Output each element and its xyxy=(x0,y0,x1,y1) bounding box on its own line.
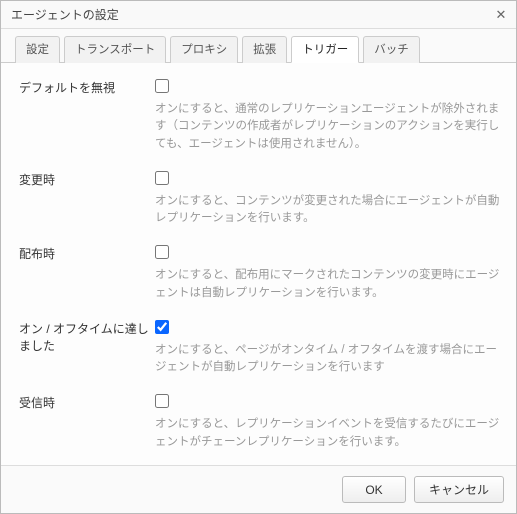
label-ignore-default: デフォルトを無視 xyxy=(19,79,155,97)
checkbox-on-modification[interactable] xyxy=(155,171,169,185)
label-on-off-time: オン / オフタイムに達しました xyxy=(19,320,155,355)
tab-bar: 設定 トランスポート プロキシ 拡張 トリガー バッチ xyxy=(1,29,516,63)
checkbox-on-receive[interactable] xyxy=(155,394,169,408)
desc-ignore-default: オンにすると、通常のレプリケーションエージェントが除外されます（コンテンツの作成… xyxy=(155,101,502,153)
cancel-button[interactable]: キャンセル xyxy=(414,476,504,503)
close-icon[interactable]: ✕ xyxy=(494,8,508,22)
tab-batch[interactable]: バッチ xyxy=(363,36,420,63)
row-on-receive: 受信時 オンにすると、レプリケーションイベントを受信するたびにエージェントがチェ… xyxy=(19,394,502,451)
checkbox-on-off-time[interactable] xyxy=(155,320,169,334)
row-ignore-default: デフォルトを無視 オンにすると、通常のレプリケーションエージェントが除外されます… xyxy=(19,79,502,153)
tab-proxy[interactable]: プロキシ xyxy=(170,36,238,63)
tab-transport[interactable]: トランスポート xyxy=(64,36,166,63)
label-on-receive: 受信時 xyxy=(19,394,155,412)
desc-on-off-time: オンにすると、ページがオンタイム / オフタイムを渡す場合にエージェントが自動レ… xyxy=(155,342,502,377)
label-on-modification: 変更時 xyxy=(19,171,155,189)
row-on-modification: 変更時 オンにすると、コンテンツが変更された場合にエージェントが自動レプリケーシ… xyxy=(19,171,502,228)
dialog-title: エージェントの設定 xyxy=(11,6,119,23)
tab-triggers[interactable]: トリガー xyxy=(291,36,359,63)
label-on-distribute: 配布時 xyxy=(19,245,155,263)
row-on-distribute: 配布時 オンにすると、配布用にマークされたコンテンツの変更時にエージェントは自動… xyxy=(19,245,502,302)
desc-on-modification: オンにすると、コンテンツが変更された場合にエージェントが自動レプリケーションを行… xyxy=(155,193,502,228)
agent-settings-dialog: エージェントの設定 ✕ 設定 トランスポート プロキシ 拡張 トリガー バッチ … xyxy=(0,0,517,514)
tab-extended[interactable]: 拡張 xyxy=(242,36,287,63)
desc-on-distribute: オンにすると、配布用にマークされたコンテンツの変更時にエージェントは自動レプリケ… xyxy=(155,267,502,302)
row-on-off-time: オン / オフタイムに達しました オンにすると、ページがオンタイム / オフタイ… xyxy=(19,320,502,377)
ok-button[interactable]: OK xyxy=(342,476,406,503)
titlebar: エージェントの設定 ✕ xyxy=(1,1,516,29)
desc-on-receive: オンにすると、レプリケーションイベントを受信するたびにエージェントがチェーンレプ… xyxy=(155,416,502,451)
form-content: デフォルトを無視 オンにすると、通常のレプリケーションエージェントが除外されます… xyxy=(1,63,516,465)
tab-settings[interactable]: 設定 xyxy=(15,36,60,63)
checkbox-ignore-default[interactable] xyxy=(155,79,169,93)
dialog-footer: OK キャンセル xyxy=(1,465,516,513)
checkbox-on-distribute[interactable] xyxy=(155,245,169,259)
